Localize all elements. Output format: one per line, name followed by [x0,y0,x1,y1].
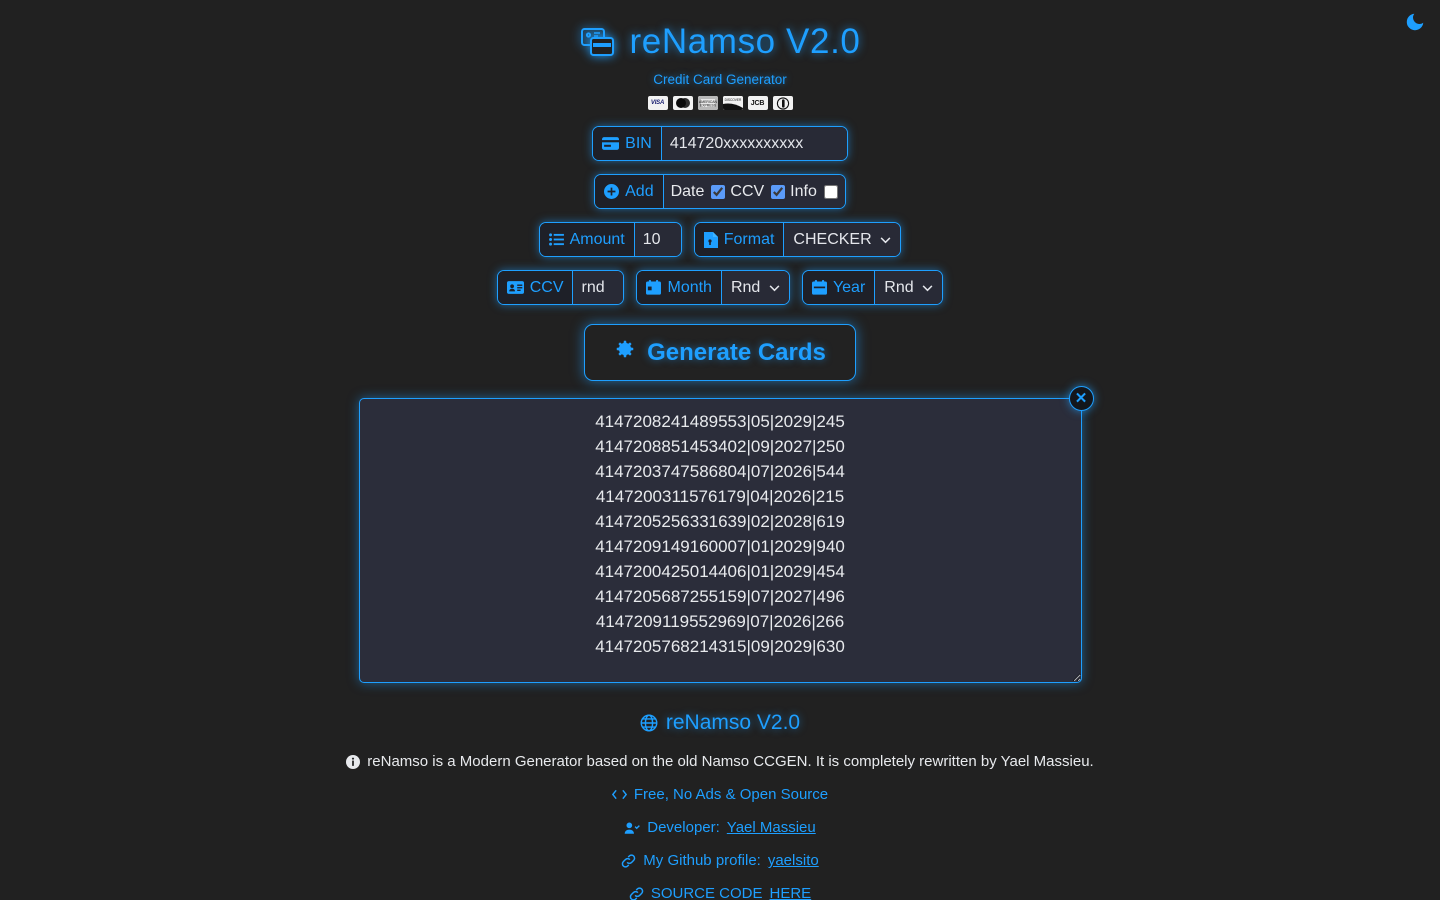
footer-title-row: reNamso V2.0 [0,711,1440,735]
globe-icon [640,714,658,732]
generator-form: BIN Add Date CCV Info [0,126,1440,381]
gear-icon [614,338,636,367]
format-select-wrap: CHECKER [784,223,901,256]
year-label: Year [802,271,876,304]
add-option-ccv-label: CCV [730,182,765,200]
bin-row: BIN [0,126,1440,161]
generate-cards-label: Generate Cards [647,338,826,366]
page-subtitle: Credit Card Generator [653,72,787,87]
darkmode-toggle[interactable] [1400,10,1430,38]
jcb-icon: JCB [747,96,768,110]
mastercard-icon [672,96,693,110]
year-select-wrap: Rnd [875,271,943,304]
year-group: Year Rnd [801,270,944,305]
add-options: Date CCV Info [663,175,845,208]
footer-source-link[interactable]: HERE [770,885,812,900]
add-group: Add Date CCV Info [594,174,846,209]
link-icon [621,853,636,868]
footer-source-label: SOURCE CODE [650,885,763,900]
plus-circle-icon [604,184,620,199]
footer-opensource-row[interactable]: Free, No Ads & Open Source [0,786,1440,803]
footer-source-row: SOURCE CODE HERE [0,885,1440,900]
format-label: Format [694,223,785,256]
add-option-info-label: Info [790,182,817,200]
svg-text:EXPRESS: EXPRESS [699,104,716,108]
bin-label: BIN [593,127,662,160]
results-section: ✕ 4147208241489553|05|2029|245 414720885… [0,386,1440,683]
footer-description: reNamso is a Modern Generator based on t… [367,753,1094,770]
bin-input[interactable] [661,127,847,160]
amex-icon: AMERICAN EXPRESS [697,96,718,110]
add-option-ccv-checkbox[interactable] [771,184,786,199]
footer-developer-label: Developer: [647,819,720,836]
amount-group: Amount [538,222,682,257]
diners-icon [772,96,793,110]
footer-description-row: reNamso is a Modern Generator based on t… [0,753,1440,770]
footer-developer-link[interactable]: Yael Massieu [727,819,816,836]
add-label: Add [595,175,664,208]
info-icon [346,754,361,769]
credit-cards-icon [580,26,616,59]
calendar-icon [811,280,827,295]
footer-github-row: My Github profile: yaelsito [0,852,1440,869]
month-select[interactable]: Rnd [721,271,789,304]
credit-card-icon [602,137,620,150]
bin-group: BIN [592,126,848,161]
amount-label: Amount [539,223,635,256]
user-check-icon [624,821,641,835]
add-option-info-checkbox[interactable] [823,184,838,199]
page-title: reNamso V2.0 [629,22,861,61]
moon-icon [1404,11,1426,38]
results-container: ✕ 4147208241489553|05|2029|245 414720885… [358,386,1094,683]
footer-title: reNamso V2.0 [665,711,801,734]
format-select[interactable]: CHECKER [784,223,901,256]
calendar-icon [646,280,662,295]
amount-input[interactable] [634,223,681,256]
svg-text:DISCOVER: DISCOVER [724,98,741,102]
page-header: reNamso V2.0 Credit Card Generator VISA … [0,0,1440,110]
link-icon [629,886,644,900]
discover-icon: DISCOVER [722,96,743,110]
list-icon [548,233,564,246]
month-label: Month [637,271,722,304]
code-icon [611,788,627,801]
ccv-month-year-row: CCV Month Rnd [0,270,1440,305]
visa-icon: VISA [647,96,668,110]
year-select[interactable]: Rnd [875,271,943,304]
month-group: Month Rnd [636,270,790,305]
add-option-date-checkbox[interactable] [711,184,726,199]
generate-row: Generate Cards [0,324,1440,381]
month-select-wrap: Rnd [721,271,789,304]
add-row: Add Date CCV Info [0,174,1440,209]
card-brand-logos: VISA AMERICAN EXPRESS DISCOVER JCB [0,96,1440,110]
brand-row: reNamso V2.0 [0,22,1440,62]
ccv-input[interactable] [573,271,624,304]
format-group: Format CHECKER [693,222,902,257]
close-icon: ✕ [1074,390,1088,407]
id-card-icon [506,281,524,294]
file-icon [703,231,718,248]
footer-github-link[interactable]: yaelsito [768,852,819,869]
generate-cards-button[interactable]: Generate Cards [584,324,856,381]
amount-format-row: Amount Format CHECKER [0,222,1440,257]
footer-github-label: My Github profile: [643,852,761,869]
results-textarea[interactable]: 4147208241489553|05|2029|245 41472088514… [358,398,1082,683]
ccv-group: CCV [496,270,625,305]
add-option-date-label: Date [670,182,705,200]
footer-developer-row: Developer: Yael Massieu [0,819,1440,836]
ccv-label: CCV [497,271,574,304]
page-footer: reNamso V2.0 reNamso is a Modern Generat… [0,711,1440,900]
footer-opensource-label: Free, No Ads & Open Source [633,786,829,803]
close-results-button[interactable]: ✕ [1068,386,1094,411]
